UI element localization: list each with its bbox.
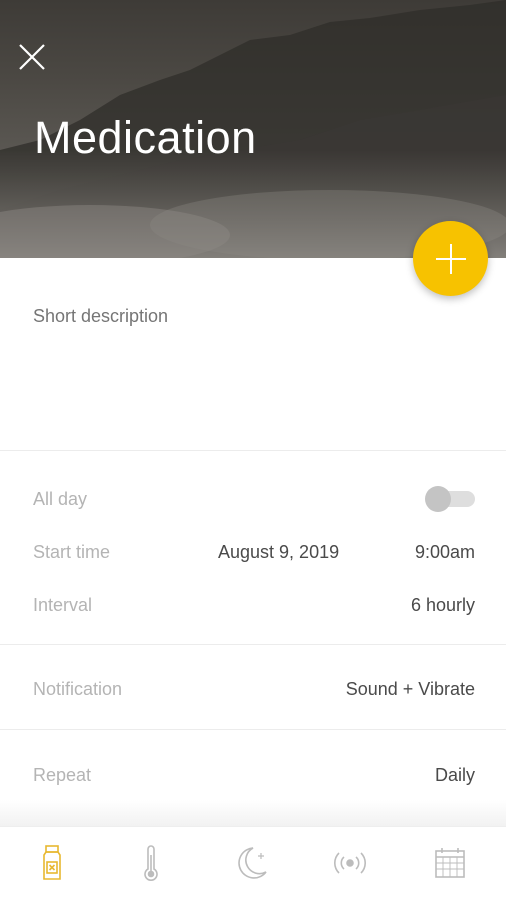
nav-temperature[interactable] [131,843,171,883]
bottom-navigation [0,826,506,901]
all-day-label: All day [33,489,88,509]
plus-icon [435,243,466,274]
repeat-value[interactable]: Daily [435,765,475,786]
notification-label: Notification [33,679,123,699]
nav-calendar[interactable] [430,843,470,883]
broadcast-icon [334,852,366,874]
toggle-thumb [425,486,451,512]
scroll-fade [0,800,506,826]
start-date-value[interactable]: August 9, 2019 [218,542,339,563]
interval-value[interactable]: 6 hourly [411,595,475,616]
thermometer-icon [144,845,158,881]
close-button[interactable] [14,39,50,75]
all-day-toggle[interactable] [425,486,475,512]
medicine-bottle-icon [43,845,61,880]
divider [0,729,506,730]
divider [0,644,506,645]
start-time-value[interactable]: 9:00am [415,542,475,563]
add-button[interactable] [413,221,488,296]
notification-value[interactable]: Sound + Vibrate [346,679,475,700]
page-title: Medication [34,112,257,163]
header-banner: Medication [0,0,506,258]
nav-medication[interactable] [32,843,72,883]
repeat-label: Repeat [33,765,92,785]
start-time-label: Start time [33,542,111,562]
nav-monitor[interactable] [330,843,370,883]
divider [0,450,506,451]
interval-label: Interval [33,595,93,615]
calendar-icon [435,848,465,878]
description-input[interactable] [33,306,393,327]
nav-sleep[interactable] [232,843,272,883]
close-icon [19,44,45,70]
moon-icon [238,847,267,879]
